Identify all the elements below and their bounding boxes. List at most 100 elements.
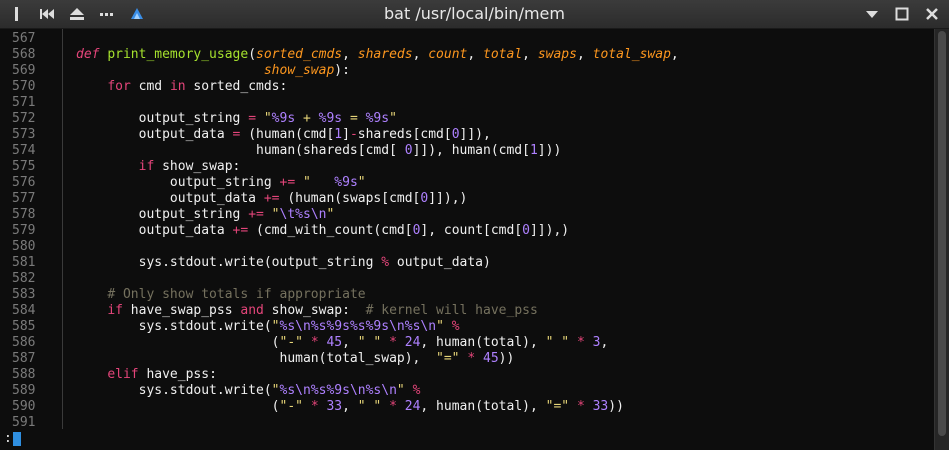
code-token: %s (279, 383, 296, 398)
code-token: output_string (76, 111, 249, 126)
close-icon[interactable] (923, 5, 941, 23)
code-token: * (389, 335, 397, 350)
code-token: ]]), (459, 127, 491, 142)
code-text: if show_swap: (76, 159, 241, 175)
line-number: 590 (12, 399, 36, 414)
code-token: " (396, 383, 405, 398)
code-token: , (600, 335, 609, 350)
code-token: ( (76, 335, 280, 350)
code-token: " (357, 175, 366, 190)
code-token: sys.stdout.write( (76, 383, 272, 398)
code-token: % (451, 319, 460, 334)
code-token: total (483, 47, 523, 62)
window-title: bat /usr/local/bin/mem (384, 4, 565, 23)
line-number: 579 (12, 223, 36, 238)
code-token: \n (420, 319, 437, 334)
code-token: 1 (529, 143, 538, 158)
line-number: 574 (12, 143, 36, 158)
code-token: ( (248, 47, 257, 62)
gutter-divider (62, 29, 63, 429)
code-token: ]]), human(cmd[ (412, 143, 530, 158)
code-token: , human(total), (420, 335, 546, 350)
maximize-icon[interactable] (893, 5, 911, 23)
code-token: = (342, 111, 366, 126)
code-token: if (138, 159, 155, 174)
code-token: ]]),) (428, 191, 468, 206)
code-text: show_swap): (76, 63, 350, 79)
code-token: " " (357, 335, 382, 350)
code-token: shareds[cmd[ (357, 127, 452, 142)
line-number: 589 (12, 383, 36, 398)
minimize-icon[interactable] (863, 5, 881, 23)
line-number: 587 (12, 351, 36, 366)
code-token: (human(swaps[cmd[ (279, 191, 421, 206)
code-token: sys.stdout.write(output_string (76, 255, 382, 270)
code-token: %s (404, 319, 421, 334)
code-token: 0 (522, 223, 530, 238)
pager-prompt[interactable]: : (4, 431, 21, 447)
code-token: have_pss: (138, 367, 217, 382)
line-number: 591 (12, 415, 36, 430)
code-text: human(shareds[cmd[ 0]]), human(cmd[1])) (76, 143, 561, 159)
code-token: , (670, 47, 679, 62)
code-text: output_string += "\t%s\n" (76, 207, 335, 223)
code-token: , (467, 47, 484, 62)
code-token: count (428, 47, 468, 62)
code-token: = (248, 111, 257, 126)
code-text: sys.stdout.write("%s\n%s%9s\n%s\n" % (76, 383, 421, 399)
code-token: %9s (271, 111, 296, 126)
code-text: human(total_swap), "=" * 45)) (76, 351, 514, 367)
code-token: * (310, 399, 319, 414)
code-token: %s (310, 319, 327, 334)
line-number: 582 (12, 271, 36, 286)
code-token: "=" (436, 351, 460, 366)
code-token: %s (349, 319, 366, 334)
code-token: \n (349, 383, 366, 398)
code-token: cmd (130, 79, 170, 94)
code-token: )) (608, 399, 624, 414)
code-token: * (467, 351, 476, 366)
code-token: 24 (404, 335, 421, 350)
terminal-view[interactable]: 567 568 def print_memory_usage(sorted_cmds… (0, 29, 934, 450)
line-number: 577 (12, 191, 36, 206)
code-token: swaps (537, 47, 577, 62)
titlebar-right-controls (863, 0, 941, 28)
code-token: " (326, 207, 335, 222)
code-text: if have_swap_pss and show_swap: # kernel… (76, 303, 537, 319)
line-number: 585 (12, 319, 36, 334)
code-token: %9s (365, 319, 390, 334)
code-text: output_string += " %9s" (76, 175, 366, 191)
line-number: 569 (12, 63, 36, 78)
line-number: 588 (12, 367, 36, 382)
code-token: output_data) (389, 255, 491, 270)
code-token: += (232, 223, 249, 238)
line-number: 572 (12, 111, 36, 126)
code-token: %s (295, 207, 311, 222)
code-token: output_data (76, 223, 233, 238)
code-text: def print_memory_usage(sorted_cmds, shar… (76, 47, 679, 63)
code-token: " (263, 111, 272, 126)
scrollbar[interactable] (934, 29, 949, 450)
code-token: " (389, 111, 397, 126)
line-number: 571 (12, 95, 36, 110)
code-token: \n (295, 383, 311, 398)
code-token: show_swap (263, 63, 335, 78)
code-token: \n (295, 319, 311, 334)
code-text: # Only show totals if appropriate (76, 287, 365, 303)
scrollbar-thumb[interactable] (938, 31, 946, 436)
code-token: * (389, 399, 397, 414)
code-text: output_data = (human(cmd[1]-shareds[cmd[… (76, 127, 491, 143)
code-token: %9s (334, 175, 358, 190)
code-text: elif have_pss: (76, 367, 217, 383)
